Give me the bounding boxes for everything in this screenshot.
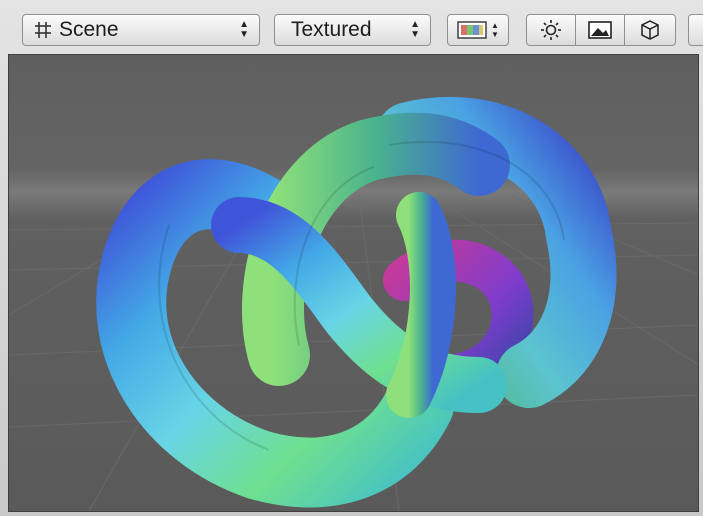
scene-window: Scene ▲ ▼ Textured ▲ ▼ ▲ ▼: [0, 0, 703, 516]
grid-icon: [35, 22, 51, 38]
cube-icon: [641, 20, 659, 40]
render-mode-dropdown[interactable]: Textured ▲ ▼: [274, 14, 431, 46]
lighting-toggle-button[interactable]: [526, 14, 576, 46]
updown-arrows-icon: ▲ ▼: [491, 21, 499, 39]
sun-icon: [541, 20, 561, 40]
scene-canvas: [9, 55, 698, 511]
color-swatch-icon: [457, 21, 487, 39]
object-toggle-button[interactable]: [624, 14, 676, 46]
view-mode-dropdown[interactable]: Scene ▲ ▼: [22, 14, 260, 46]
more-toolbar-button[interactable]: [688, 14, 703, 46]
view-mode-label: Scene: [59, 18, 119, 41]
image-toggle-button[interactable]: [575, 14, 625, 46]
scene-viewport[interactable]: [8, 54, 699, 512]
color-mode-button[interactable]: ▲ ▼: [447, 14, 509, 46]
updown-arrows-icon: ▲ ▼: [410, 19, 420, 40]
image-icon: [588, 21, 612, 39]
updown-arrows-icon: ▲ ▼: [239, 19, 249, 40]
render-mode-label: Textured: [291, 18, 372, 41]
toolbar: Scene ▲ ▼ Textured ▲ ▼ ▲ ▼: [0, 0, 703, 52]
